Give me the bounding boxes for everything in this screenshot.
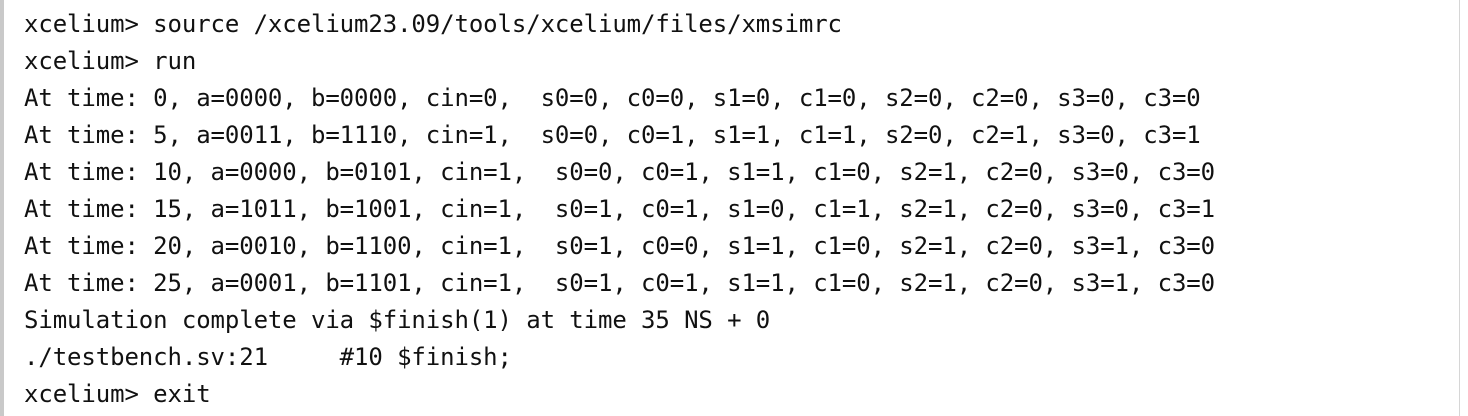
command-line-run: xcelium> run [24,47,197,75]
output-line-time-5: At time: 5, a=0011, b=1110, cin=1, s0=0,… [24,121,1201,149]
output-line-time-20: At time: 20, a=0010, b=1100, cin=1, s0=1… [24,232,1215,260]
finish-source-line: ./testbench.sv:21 #10 $finish; [24,343,512,371]
terminal-output-panel: xcelium> source /xcelium23.09/tools/xcel… [0,0,1460,416]
output-line-time-0: At time: 0, a=0000, b=0000, cin=0, s0=0,… [24,84,1201,112]
terminal-lines: xcelium> source /xcelium23.09/tools/xcel… [24,6,1452,413]
command-line-source: xcelium> source /xcelium23.09/tools/xcel… [24,10,842,38]
simulation-complete-line: Simulation complete via $finish(1) at ti… [24,306,771,334]
output-line-time-15: At time: 15, a=1011, b=1001, cin=1, s0=1… [24,195,1215,223]
output-line-time-25: At time: 25, a=0001, b=1101, cin=1, s0=1… [24,269,1215,297]
right-border [1459,0,1460,416]
output-line-time-10: At time: 10, a=0000, b=0101, cin=1, s0=0… [24,158,1215,186]
command-line-exit: xcelium> exit [24,380,211,408]
left-border [0,0,4,416]
